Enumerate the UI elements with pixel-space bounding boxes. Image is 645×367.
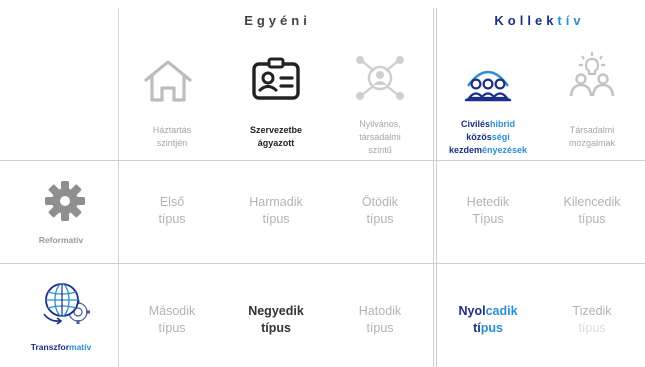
globe-gear-icon bbox=[43, 283, 90, 325]
col-label-line: Szervezetbe bbox=[249, 125, 303, 135]
cell-part: Nyol bbox=[458, 304, 486, 318]
cell-r2-c2: Negyedik típus bbox=[224, 303, 328, 337]
cell-line: típus bbox=[158, 212, 186, 226]
col-label-line: Társadalmi bbox=[569, 125, 615, 135]
row-label-part: Transzfor bbox=[30, 342, 70, 352]
cell-line: típus bbox=[578, 212, 606, 226]
group-title-kollektiv-accent: tív bbox=[557, 13, 585, 28]
group-title-kollektiv: Kollektív bbox=[437, 13, 642, 28]
cell-r1-c4: Hetedik Típus bbox=[436, 194, 540, 228]
cell-line: típus bbox=[366, 212, 394, 226]
col-label-line: társadalmi bbox=[359, 132, 401, 142]
col-label-line: ágyazott bbox=[257, 138, 295, 148]
col-label-part: közös bbox=[466, 132, 492, 142]
cell-line: Hetedik bbox=[466, 195, 510, 209]
cell-line: típus bbox=[366, 321, 394, 335]
cell-line: típus bbox=[436, 320, 540, 337]
col-label-line: közösségi bbox=[436, 131, 540, 144]
cell-line: típus bbox=[261, 321, 291, 335]
cell-line: típus bbox=[262, 212, 290, 226]
row-label-part-accent: matív bbox=[69, 342, 92, 352]
cell-line: Kilencedik bbox=[563, 195, 621, 209]
cell-line: típus bbox=[158, 321, 186, 335]
gear-icon bbox=[45, 181, 85, 221]
grid-hline-1 bbox=[0, 160, 645, 161]
col-label-part-accent: ényezések bbox=[481, 145, 528, 155]
cell-r2-c3: Hatodik típus bbox=[328, 303, 432, 337]
cell-r1-c5: Kilencedik típus bbox=[540, 194, 644, 228]
cell-line: Nyolcadik bbox=[436, 303, 540, 320]
col-label-part-accent: ségi bbox=[491, 132, 510, 142]
cell-line: Típus bbox=[472, 212, 504, 226]
cell-r2-c1: Második típus bbox=[120, 303, 224, 337]
col-label-part: kezdem bbox=[448, 145, 482, 155]
col-label-civiles: Civiléshibrid közösségi kezdeményezések bbox=[436, 118, 540, 157]
community-group-icon bbox=[464, 70, 512, 102]
col-label-part: Civilés bbox=[460, 119, 491, 129]
col-label-nyilvanos: Nyilvános, társadalmi szintű bbox=[328, 118, 432, 157]
cell-line: Harmadik bbox=[249, 195, 303, 209]
cell-part: tí bbox=[473, 321, 481, 335]
col-label-tarsadalmi: Társadalmi mozgalmak bbox=[540, 124, 644, 150]
row-label-reformativ: Reformatív bbox=[38, 235, 84, 245]
cell-line: Hatodik bbox=[358, 304, 402, 318]
cell-r1-c3: Ötödik típus bbox=[328, 194, 432, 228]
col-label-line: Nyilvános, bbox=[359, 119, 401, 129]
idea-people-icon bbox=[569, 52, 615, 97]
col-label-line: szintjén bbox=[156, 138, 188, 148]
row-label-transzformativ: Transzformatív bbox=[6, 342, 116, 352]
col-label-line: szintű bbox=[368, 145, 392, 155]
cell-r2-c5: Tizedik típus bbox=[540, 303, 644, 337]
cell-line: Negyedik bbox=[248, 304, 304, 318]
col-label-line: Háztartás bbox=[152, 125, 192, 135]
group-divider-1 bbox=[433, 8, 434, 367]
cell-r1-c1: Első típus bbox=[120, 194, 224, 228]
network-person-icon bbox=[356, 56, 404, 100]
cell-part-accent: cadik bbox=[485, 304, 518, 318]
group-title-kollektiv-main: Kollek bbox=[494, 13, 558, 28]
col-label-part-accent: hibrid bbox=[490, 119, 516, 129]
id-badge-icon bbox=[252, 57, 300, 100]
grid-vline-left bbox=[118, 8, 119, 367]
cell-line: Második bbox=[148, 304, 196, 318]
cell-r2-c4: Nyolcadik típus bbox=[436, 303, 540, 337]
cell-r1-c2: Harmadik típus bbox=[224, 194, 328, 228]
col-label-szervezetbe: Szervezetbe ágyazott bbox=[224, 124, 328, 150]
col-label-line: mozgalmak bbox=[568, 138, 615, 148]
col-label-line: kezdeményezések bbox=[436, 144, 540, 157]
col-label-haztartas: Háztartás szintjén bbox=[120, 124, 224, 150]
cell-line: Tizedik bbox=[572, 304, 612, 318]
house-icon bbox=[144, 60, 192, 102]
grid-hline-2 bbox=[0, 263, 645, 264]
cell-line: Ötödik bbox=[361, 195, 399, 209]
group-title-egyeni: Egyéni bbox=[244, 13, 311, 28]
cell-line: típus bbox=[578, 321, 606, 335]
col-label-line: Civiléshibrid bbox=[436, 118, 540, 131]
cell-line: Első bbox=[159, 195, 185, 209]
cell-part-accent: pus bbox=[480, 321, 503, 335]
